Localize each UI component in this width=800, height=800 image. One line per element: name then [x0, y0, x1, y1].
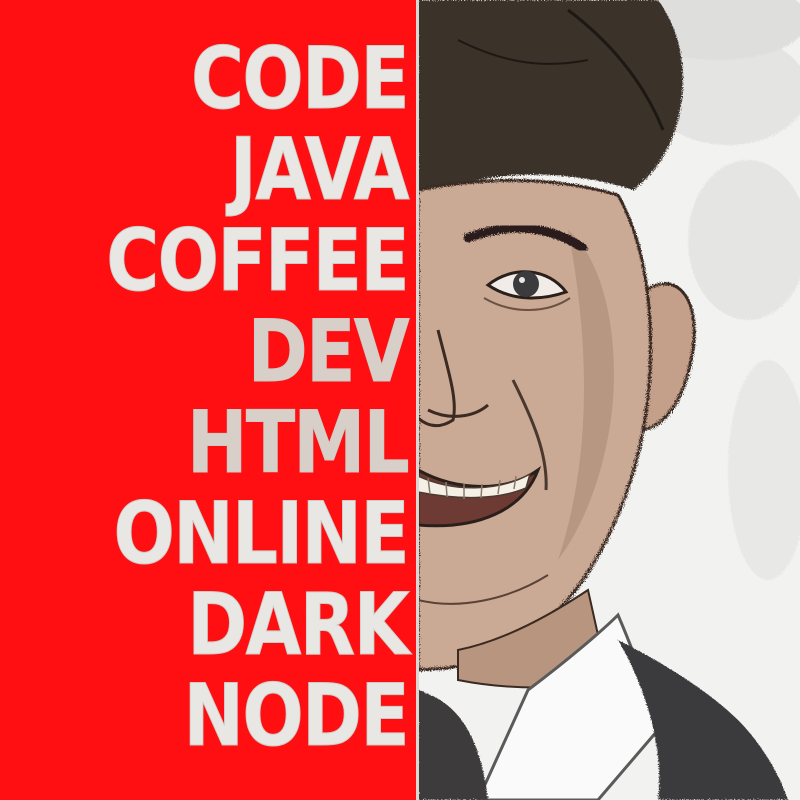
- word-dev: DEV: [247, 302, 410, 402]
- word-node: NODE: [183, 666, 410, 766]
- portrait-illustration: [418, 0, 800, 800]
- panel-divider: [416, 0, 419, 800]
- word-stack: CODE JAVA COFFEE DEV HTML ONLINE DARK NO…: [48, 29, 411, 766]
- word-html: HTML: [187, 393, 410, 493]
- word-online: ONLINE: [113, 484, 410, 584]
- word-code: CODE: [190, 29, 411, 129]
- word-java: JAVA: [229, 120, 411, 220]
- poster: CODE JAVA COFFEE DEV HTML ONLINE DARK NO…: [0, 0, 800, 800]
- portrait-sketch: [418, 0, 800, 800]
- word-coffee: COFFEE: [106, 211, 410, 311]
- word-dark: DARK: [187, 575, 410, 675]
